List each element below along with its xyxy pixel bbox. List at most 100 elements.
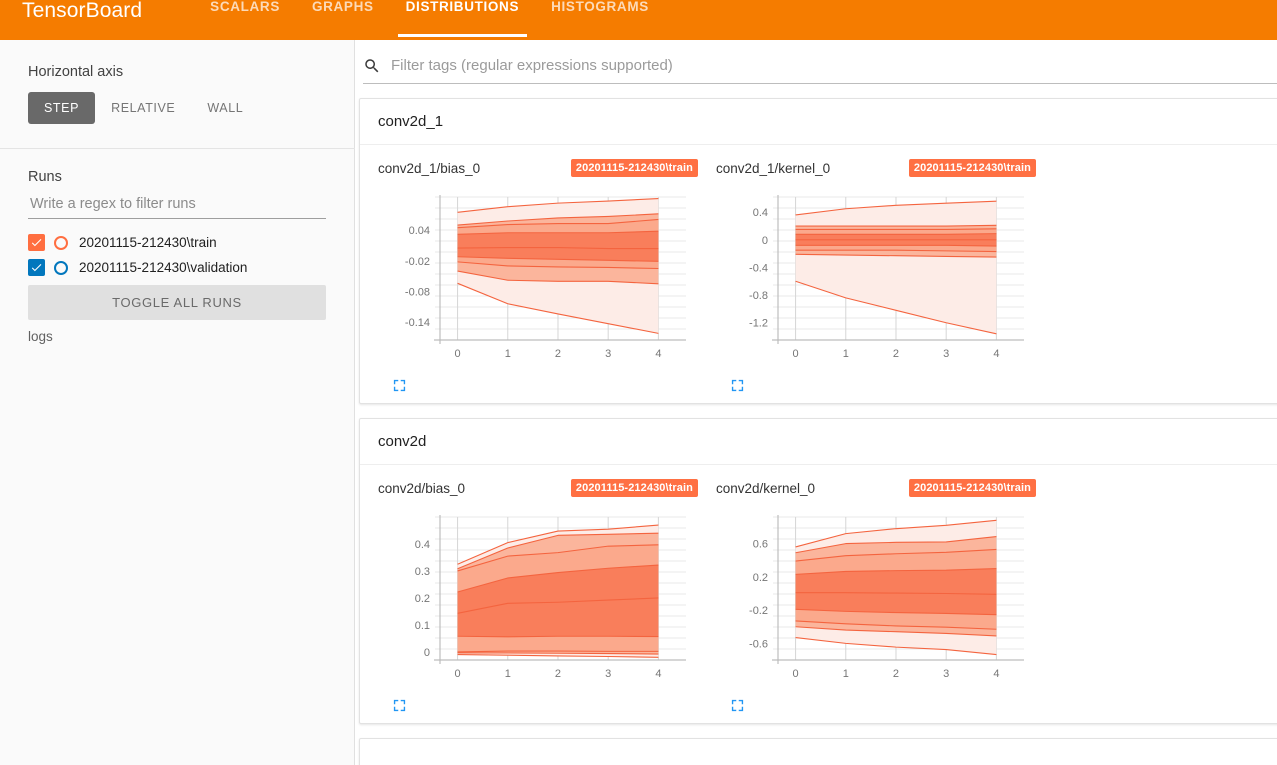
chart-cell-conv2d-kernel-0: conv2d/kernel_0 20201115-212430\train 0.… bbox=[698, 469, 1036, 713]
run-checkbox-train[interactable] bbox=[28, 234, 45, 251]
chart-title: conv2d/kernel_0 bbox=[716, 481, 816, 496]
svg-text:1: 1 bbox=[505, 348, 511, 360]
svg-text:0: 0 bbox=[455, 348, 461, 360]
chart-run-chip: 20201115-212430\train bbox=[908, 479, 1036, 497]
axis-option-step[interactable]: STEP bbox=[28, 92, 96, 124]
run-color-circle-validation bbox=[54, 260, 68, 275]
tab-distributions[interactable]: DISTRIBUTIONS bbox=[390, 0, 535, 38]
run-filter-field[interactable] bbox=[28, 195, 326, 219]
chart-header: conv2d/kernel_0 20201115-212430\train bbox=[716, 479, 1036, 505]
svg-text:-0.14: -0.14 bbox=[405, 317, 430, 329]
svg-text:2: 2 bbox=[893, 348, 899, 360]
svg-text:4: 4 bbox=[655, 348, 661, 360]
chart-header: conv2d/bias_0 20201115-212430\train bbox=[378, 479, 698, 505]
svg-text:0: 0 bbox=[793, 668, 799, 680]
svg-text:3: 3 bbox=[943, 668, 949, 680]
tag-group-card-next bbox=[359, 738, 1277, 765]
logs-label: logs bbox=[28, 329, 53, 344]
svg-text:4: 4 bbox=[993, 348, 999, 360]
run-regex-input[interactable] bbox=[28, 195, 326, 213]
svg-text:0: 0 bbox=[455, 668, 461, 680]
svg-text:0.04: 0.04 bbox=[409, 225, 430, 237]
search-icon bbox=[365, 58, 379, 72]
svg-text:1: 1 bbox=[843, 668, 849, 680]
run-name-train: 20201115-212430\train bbox=[79, 235, 217, 250]
expand-chart-icon[interactable] bbox=[392, 378, 407, 393]
chart-header: conv2d_1/bias_0 20201115-212430\train bbox=[378, 159, 698, 185]
svg-text:4: 4 bbox=[655, 668, 661, 680]
chart-title: conv2d_1/kernel_0 bbox=[716, 161, 831, 176]
svg-text:0.2: 0.2 bbox=[415, 593, 430, 605]
svg-text:2: 2 bbox=[555, 668, 561, 680]
axis-option-wall[interactable]: WALL bbox=[191, 92, 259, 124]
distribution-plot[interactable]: 0.04 -0.02 -0.08 -0.14 0 1 2 3 4 bbox=[378, 191, 698, 366]
svg-text:3: 3 bbox=[943, 348, 949, 360]
tag-filter-bar[interactable] bbox=[363, 56, 1277, 84]
chart-cell-empty bbox=[1036, 469, 1277, 713]
card-title-next bbox=[360, 739, 1277, 765]
distribution-plot[interactable]: 0.4 0.3 0.2 0.1 0 0 1 2 3 4 bbox=[378, 511, 698, 686]
svg-text:-0.02: -0.02 bbox=[405, 256, 430, 268]
nav-tabs: SCALARS GRAPHS DISTRIBUTIONS HISTOGRAMS bbox=[194, 0, 665, 40]
svg-text:2: 2 bbox=[893, 668, 899, 680]
card-charts-row: conv2d/bias_0 20201115-212430\train 0.4 0… bbox=[360, 465, 1277, 723]
expand-chart-icon[interactable] bbox=[392, 698, 407, 713]
svg-text:4: 4 bbox=[993, 668, 999, 680]
distribution-plot[interactable]: 0.4 0 -0.4 -0.8 -1.2 0 1 2 3 4 bbox=[716, 191, 1036, 366]
run-checkbox-validation[interactable] bbox=[28, 259, 45, 276]
chart-run-chip: 20201115-212430\train bbox=[908, 159, 1036, 177]
chart-cell-conv2d-bias-0: conv2d/bias_0 20201115-212430\train 0.4 0… bbox=[360, 469, 698, 713]
run-color-circle-train bbox=[54, 235, 68, 250]
run-list: 20201115-212430\train 20201115-212430\va… bbox=[0, 230, 354, 280]
tab-scalars[interactable]: SCALARS bbox=[194, 0, 296, 38]
chart-run-chip: 20201115-212430\train bbox=[570, 479, 698, 497]
svg-text:0: 0 bbox=[762, 235, 768, 247]
svg-text:-0.2: -0.2 bbox=[749, 605, 768, 617]
svg-text:-0.4: -0.4 bbox=[749, 262, 768, 274]
horizontal-axis-label: Horizontal axis bbox=[28, 64, 124, 80]
svg-text:0.4: 0.4 bbox=[415, 539, 430, 551]
toggle-all-runs-button[interactable]: TOGGLE ALL RUNS bbox=[28, 285, 326, 320]
expand-chart-icon[interactable] bbox=[730, 698, 745, 713]
tag-filter-input[interactable] bbox=[389, 56, 1277, 75]
chart-title: conv2d/bias_0 bbox=[378, 481, 466, 496]
card-title-conv2d-1: conv2d_1 bbox=[360, 99, 1277, 145]
svg-text:0.1: 0.1 bbox=[415, 620, 430, 632]
expand-chart-icon[interactable] bbox=[730, 378, 745, 393]
axis-option-relative[interactable]: RELATIVE bbox=[95, 92, 191, 124]
distribution-plot[interactable]: 0.6 0.2 -0.2 -0.6 0 1 2 3 4 bbox=[716, 511, 1036, 686]
svg-text:1: 1 bbox=[505, 668, 511, 680]
svg-text:0.6: 0.6 bbox=[753, 539, 768, 551]
app-brand-title: TensorBoard bbox=[22, 0, 143, 22]
svg-text:0.4: 0.4 bbox=[753, 207, 768, 219]
run-item-validation[interactable]: 20201115-212430\validation bbox=[0, 255, 354, 280]
svg-text:0: 0 bbox=[424, 647, 430, 659]
chart-cell-conv2d-1-bias-0: conv2d_1/bias_0 20201115-212430\train 0.… bbox=[360, 149, 698, 393]
svg-text:-1.2: -1.2 bbox=[749, 318, 768, 330]
tab-graphs[interactable]: GRAPHS bbox=[296, 0, 390, 38]
chart-cell-empty bbox=[1036, 149, 1277, 393]
svg-text:0.3: 0.3 bbox=[415, 566, 430, 578]
svg-text:0: 0 bbox=[793, 348, 799, 360]
chart-run-chip: 20201115-212430\train bbox=[570, 159, 698, 177]
tab-histograms[interactable]: HISTOGRAMS bbox=[535, 0, 665, 38]
check-icon bbox=[31, 264, 42, 272]
svg-text:0.2: 0.2 bbox=[753, 572, 768, 584]
horizontal-axis-button-group: STEP RELATIVE WALL bbox=[28, 92, 354, 124]
svg-text:2: 2 bbox=[555, 348, 561, 360]
svg-text:3: 3 bbox=[605, 348, 611, 360]
svg-text:-0.6: -0.6 bbox=[749, 638, 768, 650]
runs-label: Runs bbox=[28, 169, 62, 185]
run-item-train[interactable]: 20201115-212430\train bbox=[0, 230, 354, 255]
top-app-bar: TensorBoard SCALARS GRAPHS DISTRIBUTIONS… bbox=[0, 0, 1277, 40]
main-content: conv2d_1 conv2d_1/bias_0 20201115-212430… bbox=[355, 40, 1277, 765]
card-title-conv2d: conv2d bbox=[360, 419, 1277, 465]
svg-text:-0.08: -0.08 bbox=[405, 286, 430, 298]
chart-title: conv2d_1/bias_0 bbox=[378, 161, 481, 176]
tag-group-card-conv2d-1: conv2d_1 conv2d_1/bias_0 20201115-212430… bbox=[359, 98, 1277, 404]
card-charts-row: conv2d_1/bias_0 20201115-212430\train 0.… bbox=[360, 145, 1277, 403]
tag-group-card-conv2d: conv2d conv2d/bias_0 20201115-212430\tra… bbox=[359, 418, 1277, 724]
svg-text:1: 1 bbox=[843, 348, 849, 360]
run-name-validation: 20201115-212430\validation bbox=[79, 260, 248, 275]
check-icon bbox=[31, 239, 42, 247]
